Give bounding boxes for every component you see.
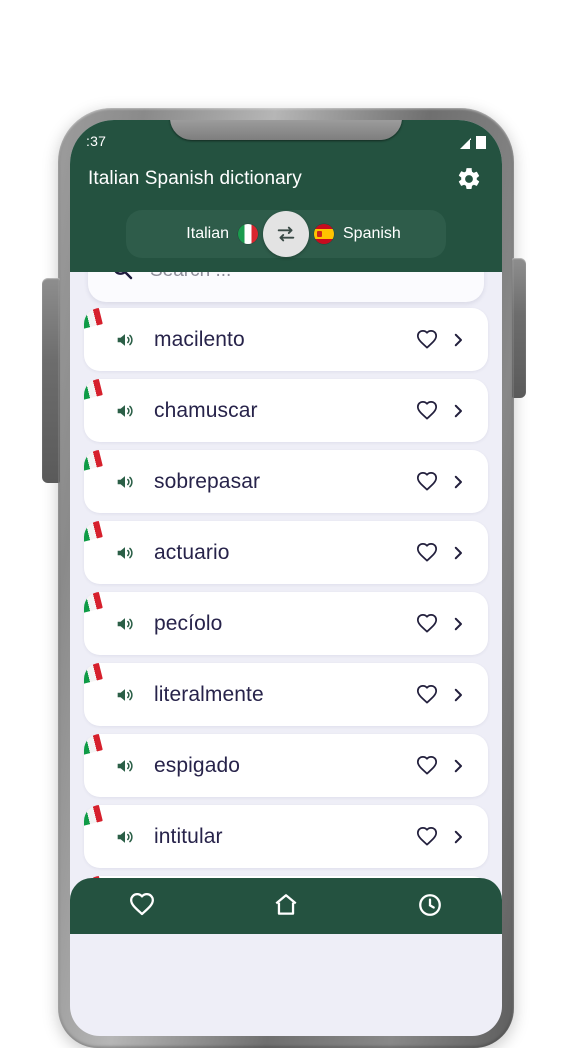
italy-flag-corner-icon	[84, 521, 103, 543]
status-bar: :37	[70, 120, 502, 150]
content-area: macilento chamuscar sobrepasar actuario pecí…	[70, 272, 502, 934]
source-language-label: Italian	[186, 225, 229, 242]
speaker-icon[interactable]	[110, 329, 140, 351]
heart-outline-icon[interactable]	[414, 471, 440, 493]
chevron-right-icon[interactable]	[446, 615, 470, 633]
heart-outline-icon[interactable]	[414, 684, 440, 706]
chevron-right-icon[interactable]	[446, 402, 470, 420]
italy-flag-corner-icon	[84, 308, 103, 330]
spain-flag-icon	[314, 224, 334, 244]
italy-flag-corner-icon	[84, 592, 103, 614]
page-title: Italian Spanish dictionary	[88, 168, 302, 189]
nav-item-favorites[interactable]	[112, 892, 172, 918]
word-label: literalmente	[154, 682, 264, 706]
phone-screen: :37 Italian Spanish dictionary Italian S…	[70, 120, 502, 1036]
chevron-right-icon[interactable]	[446, 686, 470, 704]
word-label: espigado	[154, 753, 241, 777]
status-icons	[460, 136, 486, 149]
chevron-right-icon[interactable]	[446, 757, 470, 775]
signal-bars-icon	[460, 138, 472, 149]
bottom-navigation	[70, 878, 502, 934]
battery-icon	[476, 136, 486, 149]
nav-item-history[interactable]	[400, 892, 460, 918]
header-row: Italian Spanish dictionary	[70, 156, 502, 198]
word-list-item[interactable]: pecíolo	[84, 592, 488, 655]
search-icon	[110, 272, 134, 286]
target-language-label: Spanish	[343, 225, 401, 242]
italy-flag-icon	[238, 224, 258, 244]
heart-outline-icon[interactable]	[414, 755, 440, 777]
speaker-icon[interactable]	[110, 613, 140, 635]
heart-outline-icon[interactable]	[414, 826, 440, 848]
volume-button[interactable]	[42, 278, 60, 483]
power-button[interactable]	[512, 258, 526, 398]
word-label: chamuscar	[154, 398, 258, 422]
heart-outline-icon[interactable]	[414, 329, 440, 351]
speaker-icon[interactable]	[110, 684, 140, 706]
italy-flag-corner-icon	[84, 450, 103, 472]
nav-item-home[interactable]	[256, 892, 316, 918]
phone-device-frame: :37 Italian Spanish dictionary Italian S…	[42, 108, 526, 1048]
word-list-item[interactable]: actuario	[84, 521, 488, 584]
display-notch	[170, 120, 402, 140]
word-list-item[interactable]: intitular	[84, 805, 488, 868]
speaker-icon[interactable]	[110, 400, 140, 422]
heart-outline-icon[interactable]	[414, 400, 440, 422]
search-bar[interactable]	[88, 272, 484, 302]
word-list-item[interactable]: literalmente	[84, 663, 488, 726]
italy-flag-corner-icon	[84, 379, 103, 401]
chevron-right-icon[interactable]	[446, 331, 470, 349]
word-list-item[interactable]: macilento	[84, 308, 488, 371]
language-switcher-wrap: Italian Spanish	[70, 210, 502, 258]
speaker-icon[interactable]	[110, 755, 140, 777]
chevron-right-icon[interactable]	[446, 828, 470, 846]
word-label: sobrepasar	[154, 469, 261, 493]
word-label: actuario	[154, 540, 230, 564]
chevron-right-icon[interactable]	[446, 473, 470, 491]
italy-flag-corner-icon	[84, 663, 103, 685]
word-list-item[interactable]: chamuscar	[84, 379, 488, 442]
heart-outline-icon[interactable]	[414, 542, 440, 564]
word-list-item[interactable]: espigado	[84, 734, 488, 797]
word-label: macilento	[154, 327, 245, 351]
chevron-right-icon[interactable]	[446, 544, 470, 562]
status-time: :37	[86, 133, 107, 149]
search-input[interactable]	[150, 272, 462, 282]
swap-arrows-icon[interactable]	[263, 211, 309, 257]
italy-flag-corner-icon	[84, 734, 103, 756]
word-list-item[interactable]: sobrepasar	[84, 450, 488, 513]
app-header: Italian Spanish dictionary Italian Spani…	[70, 150, 502, 272]
speaker-icon[interactable]	[110, 471, 140, 493]
italy-flag-corner-icon	[84, 805, 103, 827]
word-label: pecíolo	[154, 611, 223, 635]
word-list: macilento chamuscar sobrepasar actuario pecí…	[84, 308, 488, 934]
heart-outline-icon[interactable]	[414, 613, 440, 635]
gear-icon[interactable]	[454, 164, 484, 194]
speaker-icon[interactable]	[110, 542, 140, 564]
language-switcher[interactable]: Italian Spanish	[126, 210, 446, 258]
word-label: intitular	[154, 824, 223, 848]
speaker-icon[interactable]	[110, 826, 140, 848]
